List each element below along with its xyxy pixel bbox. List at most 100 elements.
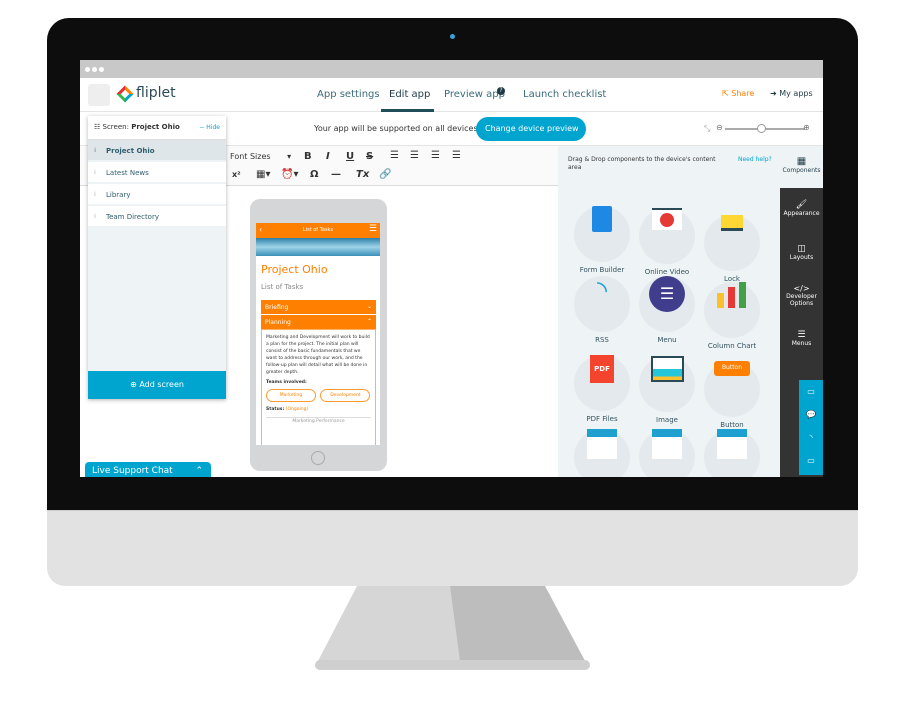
- accordion-briefing[interactable]: Briefing ⌄: [261, 300, 376, 314]
- pdf-files-icon: PDF: [574, 355, 630, 411]
- superscript-button[interactable]: x²: [232, 170, 241, 179]
- component-tile[interactable]: [574, 416, 630, 477]
- monitor-chin: [47, 510, 858, 586]
- screen-item-latest-news[interactable]: ⁞ Latest News: [88, 162, 226, 184]
- team-development-button[interactable]: Development: [320, 389, 371, 402]
- app-screen: fliplet App settings Edit app Preview ap…: [80, 60, 823, 477]
- component-rss[interactable]: ◝ RSS: [574, 266, 630, 344]
- bold-button[interactable]: B: [304, 151, 312, 162]
- zoom-slider-handle[interactable]: [757, 124, 766, 133]
- hide-button[interactable]: − Hide: [199, 124, 220, 131]
- screen-item-team-directory[interactable]: ⁞ Team Directory: [88, 206, 226, 228]
- table-icon[interactable]: ▦▾: [256, 169, 270, 180]
- phone-preview: ‹ List of Tasks ☰ Project Ohio List of T…: [250, 199, 387, 471]
- phone-screen: ‹ List of Tasks ☰ Project Ohio List of T…: [256, 223, 380, 445]
- sidebar-item-menus[interactable]: ☰ Menus: [780, 330, 823, 347]
- home-button[interactable]: [311, 451, 325, 465]
- list-icon: ☷: [94, 123, 101, 131]
- phone-subtitle: List of Tasks: [261, 283, 304, 291]
- accordion-planning[interactable]: Planning ⌃: [261, 315, 376, 329]
- logo-text: fliplet: [136, 85, 176, 101]
- tab-edit-app[interactable]: Edit app: [389, 89, 430, 100]
- zoom-in-icon[interactable]: ⊕: [803, 123, 810, 132]
- sidebar-item-developer-options[interactable]: </> Developer Options: [780, 284, 823, 307]
- chat-label: Live Support Chat: [92, 466, 173, 476]
- current-screen: Project Ohio: [131, 123, 180, 131]
- zoom-out-icon[interactable]: ⊖: [716, 123, 723, 132]
- book-icon[interactable]: ▭: [799, 380, 823, 403]
- phone-header: ‹ List of Tasks ☰: [256, 223, 380, 238]
- accordion-content: Marketing and Development will work to b…: [261, 329, 376, 445]
- rss-icon: ◝: [574, 276, 630, 332]
- component-online-video[interactable]: Online Video: [639, 191, 695, 276]
- live-support-chat[interactable]: Live Support Chat ⌃: [85, 462, 211, 477]
- online-video-icon: [639, 208, 695, 264]
- monitor-icon[interactable]: ▭: [799, 449, 823, 472]
- collapse-icon[interactable]: ⤡: [704, 124, 710, 134]
- help-icon[interactable]: ?: [497, 87, 505, 95]
- components-tab-label: Components: [782, 167, 821, 174]
- components-panel: Drag & Drop components to the device's c…: [558, 146, 780, 477]
- align-right-icon[interactable]: ☰: [431, 150, 440, 161]
- components-icon: ▦: [796, 156, 807, 167]
- add-screen-label: Add screen: [139, 380, 184, 389]
- back-icon[interactable]: ‹: [259, 225, 262, 234]
- drag-handle-icon[interactable]: ⁞: [94, 147, 96, 154]
- lock-icon: [704, 215, 760, 271]
- component-image[interactable]: Image: [639, 341, 695, 424]
- share-button[interactable]: ⇱ Share: [722, 89, 754, 98]
- rss-icon[interactable]: ◝: [799, 426, 823, 449]
- align-center-icon[interactable]: ☰: [410, 150, 419, 161]
- component-tile[interactable]: [639, 416, 695, 477]
- clear-format-icon[interactable]: Tx: [356, 169, 369, 180]
- code-icon: </>: [793, 284, 810, 293]
- font-sizes-select[interactable]: Font Sizes ▾: [230, 152, 291, 161]
- drag-handle-icon[interactable]: ⁞: [94, 191, 96, 198]
- sidebar-item-layouts[interactable]: ◫ Layouts: [780, 244, 823, 261]
- drag-handle-icon[interactable]: ⁞: [94, 169, 96, 176]
- horizontal-rule-icon[interactable]: —: [331, 169, 341, 180]
- screens-panel-header: ☷ Screen: Project Ohio − Hide: [88, 116, 226, 140]
- chevron-up-icon: ⌃: [366, 318, 372, 325]
- fliplet-logo-icon: [116, 85, 134, 103]
- component-icon: [639, 429, 695, 477]
- screen-item-label: Library: [106, 191, 131, 199]
- need-help-link[interactable]: Need help?: [738, 156, 772, 163]
- my-apps-button[interactable]: ➜ My apps: [770, 89, 813, 98]
- component-icon: [574, 429, 630, 477]
- app-icon[interactable]: [88, 84, 110, 106]
- tab-launch-checklist[interactable]: Launch checklist: [523, 89, 606, 100]
- component-pdf-files[interactable]: PDF PDF Files: [574, 341, 630, 423]
- component-tile[interactable]: [704, 416, 760, 477]
- teams-label: Teams involved:: [266, 380, 307, 385]
- italic-button[interactable]: I: [326, 151, 330, 162]
- component-menu[interactable]: ☰ Menu: [639, 266, 695, 344]
- hamburger-icon[interactable]: ☰: [369, 224, 377, 234]
- align-left-icon[interactable]: ☰: [390, 150, 399, 161]
- add-screen-button[interactable]: ⊕ Add screen: [88, 371, 226, 399]
- menu-icon: ☰: [797, 330, 806, 340]
- sidebar-item-appearance[interactable]: 🖌 Appearance: [780, 200, 823, 217]
- change-device-preview-button[interactable]: Change device preview: [476, 117, 586, 141]
- image-icon: [639, 356, 695, 412]
- chat-icon[interactable]: 💬: [799, 403, 823, 426]
- component-icon: [704, 429, 760, 477]
- screens-panel: ☷ Screen: Project Ohio − Hide ⁞ Project O…: [88, 116, 226, 399]
- share-label: Share: [731, 89, 755, 98]
- component-column-chart[interactable]: Column Chart: [704, 266, 760, 350]
- tab-app-settings[interactable]: App settings: [317, 89, 380, 100]
- strikethrough-button[interactable]: S: [366, 151, 373, 162]
- status-value: (Ongoing): [285, 407, 309, 412]
- special-character-icon[interactable]: Ω: [310, 169, 319, 180]
- clock-icon[interactable]: ⏰▾: [281, 169, 298, 180]
- link-icon[interactable]: 🔗: [379, 169, 391, 180]
- component-form-builder[interactable]: Form Builder: [574, 191, 630, 274]
- team-marketing-button[interactable]: Marketing: [266, 389, 316, 402]
- components-tab[interactable]: ▦ Components: [780, 146, 823, 188]
- tab-preview-app[interactable]: Preview app: [444, 89, 505, 100]
- screen-item-project-ohio[interactable]: ⁞ Project Ohio: [88, 140, 226, 162]
- screen-item-library[interactable]: ⁞ Library: [88, 184, 226, 206]
- justify-icon[interactable]: ☰: [452, 150, 461, 161]
- underline-button[interactable]: U: [346, 151, 354, 162]
- drag-handle-icon[interactable]: ⁞: [94, 213, 96, 220]
